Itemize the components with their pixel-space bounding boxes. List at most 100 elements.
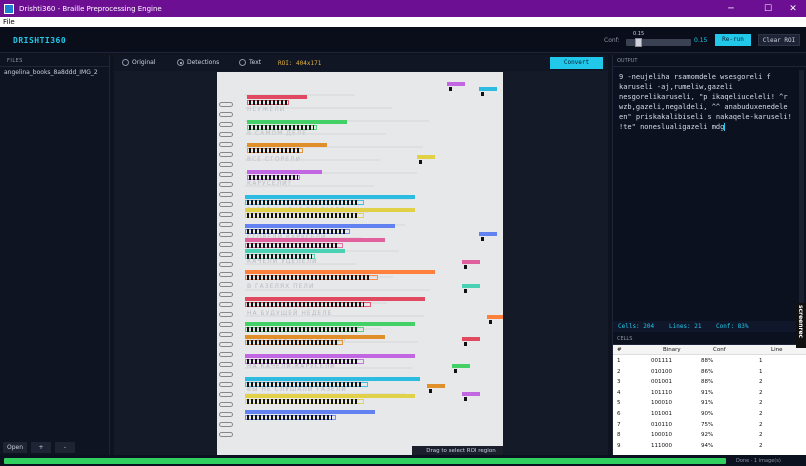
table-cell: 88%	[701, 379, 714, 386]
table-row[interactable]: 9 111000 94% 2	[613, 441, 806, 451]
binding-ring	[219, 382, 233, 387]
table-row[interactable]: 3 001001 88% 2	[613, 377, 806, 387]
detection-label	[462, 260, 480, 264]
column-header[interactable]: Binary	[663, 347, 681, 353]
output-textarea[interactable]: 9 -neujeliha rsamomdele wsesgoreli f kar…	[619, 72, 795, 132]
detection-label	[245, 195, 415, 199]
minimize-button[interactable]: ─	[716, 0, 746, 17]
table-cell: 001111	[651, 358, 672, 364]
table-row[interactable]: 4 101110 91% 2	[613, 388, 806, 398]
column-header[interactable]: Line	[771, 347, 782, 353]
detection-label	[245, 249, 345, 253]
convert-button[interactable]: Convert	[550, 57, 603, 69]
files-panel: FILES angelina_books_8a8ddd_IMG_2 Open +…	[0, 55, 110, 455]
binding-ring	[219, 422, 233, 427]
table-cell: 6	[617, 411, 621, 417]
status-bar: Done · 1 image(s)	[0, 455, 806, 466]
mode-original-radio[interactable]: Original	[122, 59, 155, 66]
braille-glyph	[247, 229, 345, 234]
remove-file-button[interactable]: -	[55, 442, 75, 453]
braille-glyph	[247, 275, 371, 280]
braille-glyph	[247, 243, 338, 248]
binding-ring	[219, 362, 233, 367]
braille-cell	[464, 265, 467, 269]
binding-ring	[219, 122, 233, 127]
detection-label	[245, 394, 415, 398]
table-row[interactable]: 1 001111 88% 1	[613, 356, 806, 366]
mode-original-label: Original	[132, 59, 156, 66]
conf-slider-thumb[interactable]	[634, 38, 642, 47]
table-cell: 2	[759, 442, 763, 449]
binding-ring	[219, 182, 233, 187]
table-row[interactable]: 7 010110 75% 2	[613, 420, 806, 430]
detection-label	[479, 232, 497, 236]
detection-label	[487, 315, 503, 319]
table-row[interactable]: 5 100010 91% 2	[613, 398, 806, 408]
add-file-button[interactable]: +	[31, 442, 51, 453]
table-cell: 86%	[701, 368, 714, 375]
detection-label	[479, 87, 497, 91]
table-row[interactable]: 6 101001 90% 2	[613, 409, 806, 419]
binding-ring	[219, 332, 233, 337]
mode-detections-label: Detections	[187, 59, 220, 66]
menu-file[interactable]: File	[3, 18, 15, 26]
lines-count: Lines: 21	[669, 323, 702, 330]
braille-cell	[419, 160, 422, 164]
table-cell: 2	[617, 368, 621, 375]
app-header: DRISHTI360 Conf: 0.15 0.15 Re-run Clear …	[0, 27, 806, 53]
conf-slider[interactable]	[626, 38, 691, 47]
mode-detections-radio[interactable]: Detections	[177, 59, 219, 66]
document-image[interactable]: НЕУЖЕЛИВ САМОМ ДЕЛЕВСЕ СГОРЕЛИКАРУСЕЛИ?Р…	[217, 72, 503, 455]
braille-glyph	[247, 359, 358, 364]
detection-label	[245, 238, 385, 242]
table-cell: 2	[759, 379, 763, 386]
binding-ring	[219, 222, 233, 227]
table-cell: 90%	[701, 411, 714, 417]
detection-label	[247, 120, 347, 124]
table-cell: 3	[617, 379, 621, 386]
binding-ring	[219, 152, 233, 157]
detection-label	[247, 143, 327, 147]
conf-value: 0.15	[694, 37, 708, 44]
column-header[interactable]: #	[617, 347, 622, 353]
binding-ring	[219, 112, 233, 117]
table-row[interactable]: 2 010100 86% 1	[613, 367, 806, 377]
open-button[interactable]: Open	[3, 442, 27, 453]
binding-ring	[219, 232, 233, 237]
output-heading: OUTPUT	[617, 58, 638, 64]
braille-cell	[464, 289, 467, 293]
table-cell: 8	[617, 432, 621, 439]
column-header[interactable]: Conf	[713, 347, 726, 353]
clear-roi-button[interactable]: Clear ROI	[758, 34, 800, 46]
cells-heading: CELLS	[617, 336, 633, 342]
viewer-panel: Original Detections Text ROI: 404x171 Co…	[114, 55, 608, 455]
table-cell: 1	[617, 358, 621, 364]
binding-ring	[219, 102, 233, 107]
binding-ring	[219, 252, 233, 257]
braille-glyph	[249, 148, 301, 153]
spiral-binding	[217, 102, 235, 442]
table-cell: 2	[759, 400, 763, 407]
rerun-button[interactable]: Re-run	[715, 34, 751, 46]
binding-ring	[219, 392, 233, 397]
close-button[interactable]: ✕	[778, 0, 806, 17]
cells-count: Cells: 204	[618, 323, 655, 330]
table-cell: 91%	[701, 389, 714, 396]
cells-table[interactable]: # Binary Conf Line 1 001111 88% 1 2 010100 86% 1 3 00…	[613, 345, 806, 455]
screenrec-tab[interactable]: screenrec	[796, 303, 806, 348]
binding-ring	[219, 282, 233, 287]
detection-label	[247, 95, 307, 99]
mode-text-radio[interactable]: Text	[239, 59, 261, 66]
braille-row	[245, 107, 392, 109]
binding-ring	[219, 432, 233, 437]
output-scrollbar[interactable]	[799, 70, 804, 315]
radio-icon	[122, 59, 129, 66]
table-cell: 1	[759, 358, 763, 364]
table-row[interactable]: 8 100010 92% 2	[613, 430, 806, 440]
detection-label	[245, 224, 395, 228]
binding-ring	[219, 352, 233, 357]
file-list-item[interactable]: angelina_books_8a8ddd_IMG_2	[4, 69, 98, 76]
minimize-icon: ─	[728, 3, 734, 14]
menu-bar: File	[0, 17, 806, 27]
mode-text-label: Text	[249, 59, 262, 66]
